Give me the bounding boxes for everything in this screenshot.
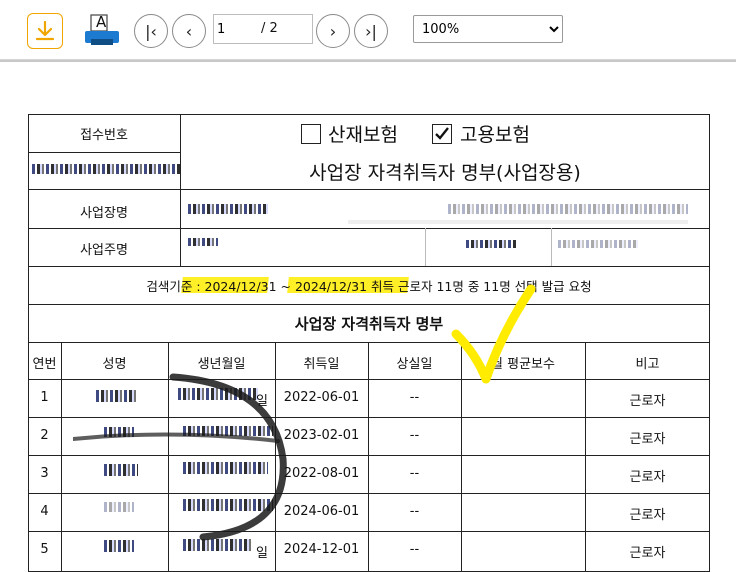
rule	[28, 189, 710, 190]
row-lost: --	[409, 466, 420, 481]
row-lost: --	[409, 542, 420, 557]
list-title: 사업장 자격취득자 명부	[294, 315, 444, 333]
first-page-button[interactable]: |‹	[134, 14, 168, 48]
row-note: 근로자	[629, 394, 666, 409]
first-page-icon: |‹	[145, 21, 157, 41]
rule	[28, 304, 710, 305]
insurance-1-label: 산재보험	[328, 124, 398, 146]
rule	[61, 342, 62, 572]
toolbar-divider	[0, 60, 736, 62]
ink-stroke-annotation	[73, 373, 287, 541]
rule	[28, 266, 710, 267]
row-note: 근로자	[629, 546, 666, 561]
redacted-receipt-number	[32, 164, 180, 174]
business-owner-label: 사업주명	[80, 243, 128, 258]
row-lost: --	[409, 504, 420, 519]
rule	[585, 342, 586, 572]
row-lost: --	[409, 428, 420, 443]
redacted-owner-extra	[558, 240, 638, 248]
zoom-select[interactable]: 100%	[413, 15, 563, 43]
rule	[425, 228, 426, 266]
row-note: 근로자	[629, 432, 666, 447]
row-no: 1	[40, 390, 49, 405]
insurance-2-label: 고용보험	[460, 124, 530, 146]
chevron-right-icon: ›	[329, 21, 337, 41]
rule	[368, 342, 369, 572]
row-no: 2	[40, 428, 49, 443]
col-header-note: 비고	[635, 357, 660, 372]
receipt-label: 접수번호	[80, 128, 128, 143]
business-name-label: 사업장명	[80, 206, 128, 221]
redacted-business-detail	[448, 204, 688, 214]
rule	[28, 342, 710, 343]
prev-page-button[interactable]: ‹	[172, 14, 206, 48]
redaction-shade	[348, 220, 688, 224]
header-col-divider	[180, 114, 181, 266]
col-header-no: 연번	[32, 357, 57, 372]
rule	[28, 152, 180, 153]
download-icon	[35, 20, 55, 41]
last-page-icon: ›|	[365, 21, 377, 41]
page-total: / 2	[261, 14, 313, 44]
checkbox-employment	[432, 124, 452, 144]
search-criteria: 검색기준 : 2024/12/31 ~ 2024/12/31 취득 근로자 11…	[146, 279, 592, 294]
redacted-owner-phone	[466, 240, 516, 248]
redacted-business-name	[188, 204, 268, 214]
print-letter: A	[96, 13, 107, 31]
next-page-button[interactable]: ›	[316, 14, 350, 48]
checkbox-industrial-accident	[301, 124, 321, 144]
redacted-owner-name	[188, 238, 218, 246]
row-no: 5	[40, 542, 49, 557]
form-title: 사업장 자격취득자 명부(사업장용)	[309, 162, 581, 184]
row-note: 근로자	[629, 508, 666, 523]
last-page-button[interactable]: ›|	[354, 14, 388, 48]
yellow-checkmark-annotation	[451, 284, 536, 384]
row-no: 3	[40, 466, 49, 481]
page-number-input[interactable]	[213, 14, 261, 44]
row-note: 근로자	[629, 470, 666, 485]
print-button[interactable]: A	[82, 13, 122, 49]
pdf-toolbar: A |‹ ‹ / 2 › ›| 100%	[0, 0, 736, 60]
rule	[28, 228, 710, 229]
download-button[interactable]	[27, 13, 63, 49]
chevron-left-icon: ‹	[185, 21, 193, 41]
row-no: 4	[40, 504, 49, 519]
checkmark-icon	[435, 127, 449, 140]
rule	[551, 228, 552, 266]
